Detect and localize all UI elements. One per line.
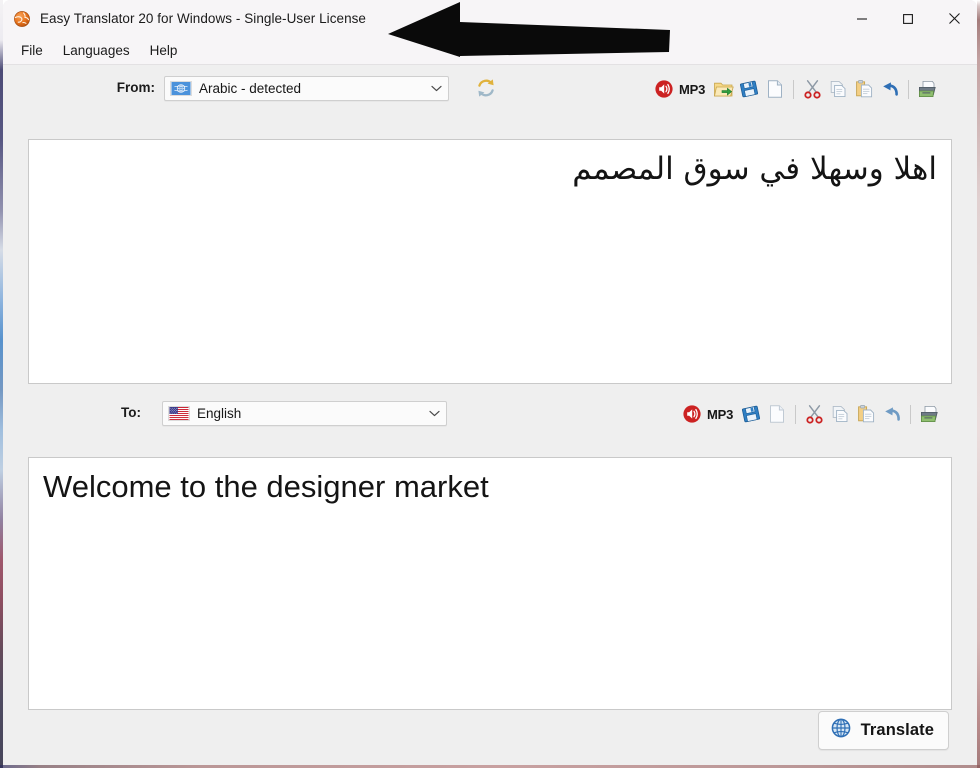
- new-document-icon: [770, 405, 785, 423]
- open-file-icon: [713, 82, 734, 97]
- application-body: From: Arabic - detected MP3 اهلا وسهلا ف…: [3, 65, 977, 765]
- source-open-file-button[interactable]: [710, 76, 736, 102]
- speak-icon: [683, 405, 701, 423]
- copy-icon: [830, 80, 846, 98]
- source-print-button[interactable]: [914, 76, 940, 102]
- target-undo-button[interactable]: [879, 401, 905, 427]
- menu-item-languages[interactable]: Languages: [53, 40, 140, 62]
- maximize-button[interactable]: [885, 0, 931, 37]
- source-speak-button[interactable]: [651, 76, 677, 102]
- source-language-row: From: Arabic - detected MP3: [3, 65, 977, 113]
- source-new-document-button[interactable]: [762, 76, 788, 102]
- maximize-icon: [903, 13, 913, 24]
- source-save-button[interactable]: [736, 76, 762, 102]
- cut-icon: [806, 405, 823, 424]
- translate-button-label: Translate: [860, 721, 934, 739]
- toolbar-separator: [908, 79, 910, 99]
- refresh-icon: [478, 79, 494, 97]
- globe-orange-icon: [13, 10, 31, 28]
- source-cut-button[interactable]: [799, 76, 825, 102]
- close-icon: [948, 13, 960, 24]
- source-textarea[interactable]: اهلا وسهلا في سوق المصمم: [28, 139, 952, 384]
- minimize-icon: [857, 17, 867, 20]
- source-toolbar: MP3: [651, 76, 940, 102]
- target-new-document-button[interactable]: [764, 401, 790, 427]
- cut-icon: [804, 80, 821, 99]
- source-paste-button[interactable]: [851, 76, 877, 102]
- source-text-content: اهلا وسهلا في سوق المصمم: [572, 151, 937, 187]
- swap-refresh-button[interactable]: [475, 77, 497, 99]
- globe-blue-icon: [830, 717, 852, 744]
- chevron-down-icon: [426, 85, 446, 92]
- paste-icon: [858, 405, 875, 423]
- undo-icon: [885, 407, 901, 421]
- screenshot-capture: Easy Translator 20 for Windows - Single-…: [0, 0, 980, 768]
- target-language-select[interactable]: English: [162, 401, 447, 426]
- copy-icon: [832, 405, 848, 423]
- window-title: Easy Translator 20 for Windows - Single-…: [40, 11, 366, 26]
- title-bar-left: Easy Translator 20 for Windows - Single-…: [3, 10, 366, 28]
- target-language-label: To:: [121, 405, 141, 420]
- source-language-select[interactable]: Arabic - detected: [164, 76, 449, 101]
- print-icon: [920, 406, 938, 422]
- minimize-button[interactable]: [839, 0, 885, 37]
- target-language-row: To: English MP3: [3, 390, 977, 438]
- source-language-label: From:: [116, 80, 155, 95]
- close-button[interactable]: [931, 0, 977, 37]
- save-icon: [740, 80, 759, 98]
- target-mp3-label[interactable]: MP3: [705, 407, 738, 422]
- undo-icon: [883, 82, 899, 96]
- un-flag-icon: [170, 81, 192, 96]
- target-copy-button[interactable]: [827, 401, 853, 427]
- toolbar-separator: [793, 79, 795, 99]
- application-window: Easy Translator 20 for Windows - Single-…: [3, 0, 977, 765]
- chevron-down-icon: [424, 410, 444, 417]
- window-controls: [839, 0, 977, 37]
- new-document-icon: [768, 80, 783, 98]
- menu-item-help[interactable]: Help: [140, 40, 188, 62]
- toolbar-separator: [795, 404, 797, 424]
- save-icon: [742, 405, 761, 423]
- target-speak-button[interactable]: [679, 401, 705, 427]
- speak-icon: [655, 80, 673, 98]
- source-language-value: Arabic - detected: [199, 81, 302, 96]
- source-undo-button[interactable]: [877, 76, 903, 102]
- target-paste-button[interactable]: [853, 401, 879, 427]
- source-mp3-label[interactable]: MP3: [677, 82, 710, 97]
- translate-button[interactable]: Translate: [817, 711, 949, 750]
- source-copy-button[interactable]: [825, 76, 851, 102]
- print-icon: [918, 81, 936, 97]
- us-flag-icon: [168, 406, 190, 421]
- menu-item-file[interactable]: File: [11, 40, 53, 62]
- paste-icon: [856, 80, 873, 98]
- target-textarea[interactable]: Welcome to the designer market: [28, 457, 952, 710]
- toolbar-separator: [910, 404, 912, 424]
- target-toolbar: MP3: [679, 401, 942, 427]
- target-print-button[interactable]: [916, 401, 942, 427]
- target-save-button[interactable]: [738, 401, 764, 427]
- menu-bar: File Languages Help: [3, 37, 977, 65]
- target-text-content: Welcome to the designer market: [43, 469, 489, 504]
- title-bar: Easy Translator 20 for Windows - Single-…: [3, 0, 977, 37]
- target-cut-button[interactable]: [801, 401, 827, 427]
- target-language-value: English: [197, 406, 242, 421]
